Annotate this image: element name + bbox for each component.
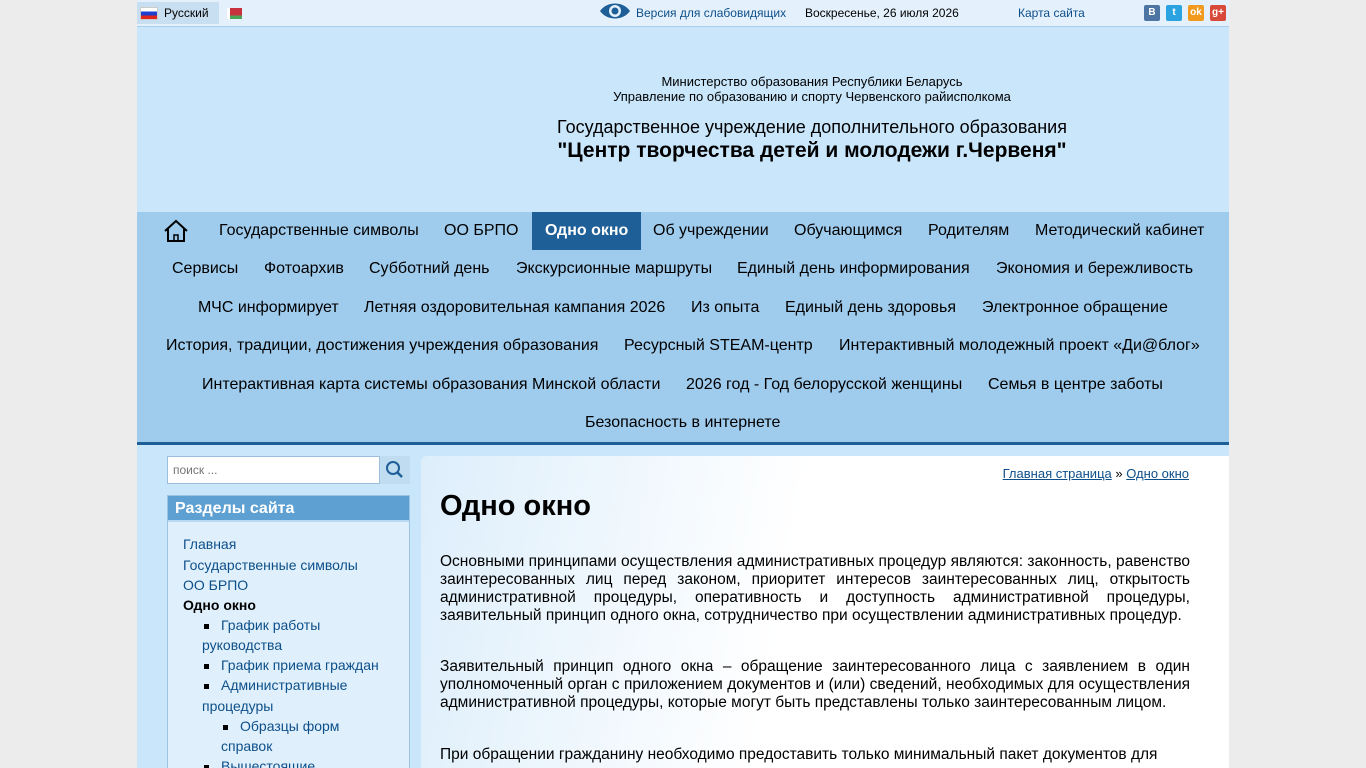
vk-icon[interactable]: В — [1144, 5, 1160, 21]
current-date: Воскресенье, 26 июля 2026 — [805, 6, 959, 20]
twitter-icon[interactable]: t — [1166, 5, 1182, 21]
nav-brpo[interactable]: ОО БРПО — [444, 212, 518, 250]
nav-students[interactable]: Обучающимся — [794, 212, 902, 250]
sidebar-item-superior[interactable]: Вышестоящие — [221, 758, 315, 768]
paragraph-principles: Основными принципами осуществления админ… — [440, 553, 1190, 624]
nav-interactive-map[interactable]: Интерактивная карта системы образования … — [202, 366, 660, 404]
nav-saturday[interactable]: Субботний день — [369, 250, 490, 288]
nav-emergency[interactable]: МЧС информирует — [198, 289, 339, 327]
sidebar-item-schedule-cont[interactable]: руководства — [202, 637, 282, 653]
nav-internet-safety[interactable]: Безопасность в интернете — [585, 404, 780, 442]
sidebar-item-state-symbols[interactable]: Государственные символы — [183, 557, 358, 573]
page-title: Одно окно — [440, 490, 591, 522]
sidebar-item-form-samples-cont[interactable]: справок — [221, 738, 272, 754]
sidebar-item-brpo[interactable]: ОО БРПО — [183, 577, 248, 593]
nav-health-day[interactable]: Единый день здоровья — [785, 289, 956, 327]
nav-e-appeal[interactable]: Электронное обращение — [982, 289, 1168, 327]
nav-state-symbols[interactable]: Государственные символы — [219, 212, 419, 250]
paragraph-documents: При обращении гражданину необходимо пред… — [440, 746, 1158, 763]
nav-one-window[interactable]: Одно окно — [532, 212, 642, 250]
site-header: Министерство образования Республики Бела… — [137, 27, 1229, 212]
nav-year-women[interactable]: 2026 год - Год белорусской женщины — [686, 366, 962, 404]
low-vision-link[interactable]: Версия для слабовидящих — [636, 6, 786, 20]
sidebar-item-reception[interactable]: График приема граждан — [221, 657, 379, 673]
sidebar-item-schedule[interactable]: График работы — [221, 617, 320, 633]
search-button[interactable] — [380, 456, 410, 484]
nav-economy[interactable]: Экономия и бережливость — [996, 250, 1193, 288]
nav-history[interactable]: История, традиции, достижения учреждения… — [166, 327, 598, 365]
nav-about[interactable]: Об учреждении — [653, 212, 769, 250]
sidebar-item-form-samples[interactable]: Образцы форм — [240, 718, 339, 734]
nav-services[interactable]: Сервисы — [172, 250, 238, 288]
sidebar-item-one-window[interactable]: Одно окно — [183, 597, 256, 613]
breadcrumb-current[interactable]: Одно окно — [1126, 466, 1189, 481]
search-icon — [386, 461, 403, 478]
search-box — [167, 456, 380, 484]
nav-family[interactable]: Семья в центре заботы — [988, 366, 1163, 404]
breadcrumb: Главная страница » Одно окно — [1003, 466, 1189, 481]
sidebar-item-home[interactable]: Главная — [183, 536, 236, 552]
nav-experience[interactable]: Из опыта — [691, 289, 759, 327]
institution-name: "Центр творчества детей и молодежи г.Чер… — [557, 139, 1067, 162]
paragraph-one-window-principle: Заявительный принцип одного окна – обращ… — [440, 658, 1190, 711]
department-line: Управление по образованию и спорту Черве… — [613, 89, 1011, 104]
main-content: Главная страница » Одно окно Одно окно О… — [421, 456, 1229, 768]
nav-steam[interactable]: Ресурсный STEAM-центр — [624, 327, 813, 365]
nav-diablog[interactable]: Интерактивный молодежный проект «Ди@блог… — [839, 327, 1200, 365]
bullet-icon — [204, 684, 209, 689]
bullet-icon — [204, 624, 209, 629]
search-input[interactable] — [168, 457, 358, 483]
language-russian[interactable]: Русский — [137, 2, 219, 24]
sidebar-title: Разделы сайта — [168, 496, 409, 522]
sitemap-link[interactable]: Карта сайта — [1018, 6, 1085, 20]
bullet-icon — [204, 664, 209, 669]
sidebar-item-admin-procedures-cont[interactable]: процедуры — [202, 698, 273, 714]
nav-methodical[interactable]: Методический кабинет — [1035, 212, 1204, 250]
top-bar: Русский Версия для слабовидящих Воскресе… — [137, 0, 1229, 27]
sidebar-sections: Разделы сайта Главная Государственные си… — [167, 495, 410, 768]
bullet-icon — [223, 725, 228, 730]
google-plus-icon[interactable]: g+ — [1210, 5, 1226, 21]
page: Русский Версия для слабовидящих Воскресе… — [137, 0, 1229, 768]
nav-excursions[interactable]: Экскурсионные маршруты — [516, 250, 712, 288]
main-nav: Государственные символы ОО БРПО Одно окн… — [137, 212, 1229, 445]
breadcrumb-home[interactable]: Главная страница — [1003, 466, 1112, 481]
nav-photo-archive[interactable]: Фотоархив — [264, 250, 344, 288]
russia-flag-icon — [140, 6, 158, 20]
language-label: Русский — [164, 6, 209, 20]
eye-icon[interactable] — [599, 0, 631, 22]
nav-parents[interactable]: Родителям — [928, 212, 1009, 250]
nav-summer[interactable]: Летняя оздоровительная кампания 2026 — [364, 289, 665, 327]
belarus-flag-icon[interactable] — [227, 8, 242, 19]
odnoklassniki-icon[interactable]: ok — [1188, 5, 1204, 21]
ministry-line: Министерство образования Республики Бела… — [661, 74, 963, 89]
home-icon[interactable] — [163, 219, 189, 243]
sidebar-item-admin-procedures[interactable]: Административные — [221, 677, 347, 693]
nav-info-day[interactable]: Единый день информирования — [737, 250, 970, 288]
breadcrumb-separator: » — [1115, 466, 1123, 481]
institution-type: Государственное учреждение дополнительно… — [557, 117, 1067, 137]
